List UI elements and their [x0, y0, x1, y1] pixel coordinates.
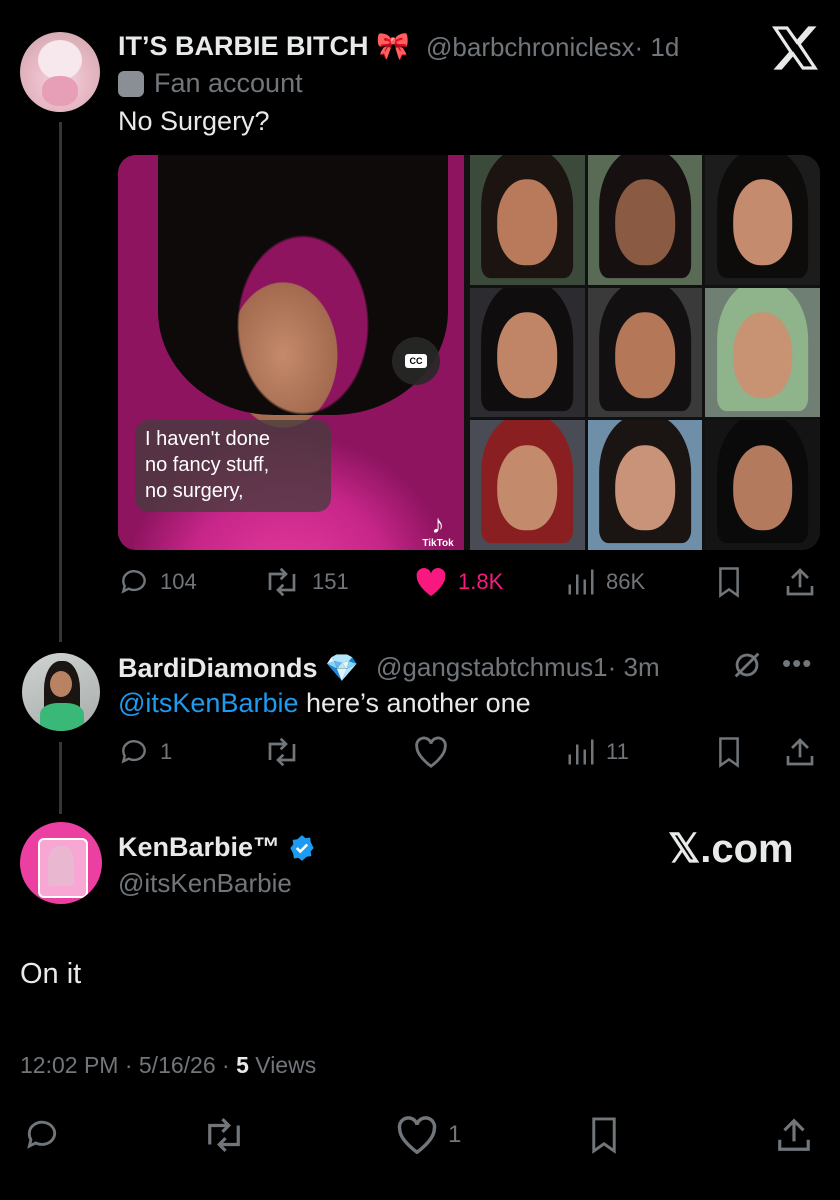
- bookmark-icon: [592, 1117, 616, 1154]
- author-name[interactable]: IT’S BARBIE BITCH 🎀: [118, 30, 410, 62]
- share-icon: [786, 568, 814, 596]
- repost-icon: [208, 1118, 240, 1152]
- tweet-text: @itsKenBarbie here’s another one: [118, 688, 531, 718]
- views-button[interactable]: 11: [566, 736, 629, 768]
- cc-icon: CC: [405, 354, 427, 368]
- reply-button[interactable]: 1: [118, 736, 172, 768]
- reply-icon: [121, 570, 146, 594]
- bookmark-button[interactable]: [714, 566, 744, 598]
- more-options-icon[interactable]: •••: [782, 648, 812, 679]
- verified-badge-icon: [290, 834, 314, 861]
- like-button[interactable]: 1.8K: [414, 566, 503, 598]
- reply-icon: [27, 1120, 57, 1149]
- reply-icon: [121, 740, 146, 764]
- reply-button[interactable]: [22, 1116, 62, 1154]
- avatar-gangstabtchmus1[interactable]: [22, 653, 100, 731]
- author-name[interactable]: BardiDiamonds 💎: [118, 652, 359, 684]
- repost-icon: [268, 737, 296, 767]
- bow-emoji-icon: 🎀: [376, 31, 410, 61]
- thread-line: [59, 122, 62, 642]
- tiktok-icon: ♪: [431, 509, 445, 539]
- theater-masks-icon: [118, 70, 144, 97]
- share-button[interactable]: [784, 736, 816, 768]
- collage-photo: [705, 420, 820, 550]
- author-name[interactable]: KenBarbie™: [118, 832, 316, 863]
- share-icon: [786, 738, 814, 766]
- video-thumbnail[interactable]: CC I haven't done no fancy stuff, no sur…: [118, 155, 464, 550]
- heart-filled-icon: [416, 567, 446, 597]
- tweet-media[interactable]: CC I haven't done no fancy stuff, no sur…: [118, 155, 820, 550]
- repost-button[interactable]: [200, 1116, 248, 1154]
- repost-button[interactable]: 151: [262, 566, 349, 598]
- x-logo-icon: [770, 26, 820, 75]
- collage-photo: [470, 287, 585, 418]
- bookmark-icon: [719, 567, 739, 598]
- like-button[interactable]: 1: [396, 1116, 461, 1154]
- tweet-text: No Surgery?: [118, 106, 270, 136]
- avatar-itskenbarbie[interactable]: [20, 822, 102, 904]
- heart-icon: [415, 736, 447, 768]
- collage-photo: [587, 155, 703, 285]
- author-handle[interactable]: @itsKenBarbie: [118, 868, 292, 899]
- repost-icon: [268, 567, 296, 597]
- share-button[interactable]: [784, 566, 816, 598]
- share-button[interactable]: [774, 1116, 814, 1154]
- share-icon: [778, 1118, 810, 1151]
- tiktok-watermark: ♪ TikTok: [418, 510, 458, 549]
- avatar-barbchroniclesx[interactable]: [20, 32, 100, 112]
- collage-photo: [705, 287, 820, 418]
- x-com-watermark: 𝕏.com: [668, 827, 794, 871]
- diamond-emoji-icon: 💎: [325, 653, 359, 683]
- collage-photo: [587, 287, 703, 418]
- like-button[interactable]: [414, 736, 448, 768]
- views-chart-icon: [568, 739, 594, 765]
- bookmark-button[interactable]: [714, 736, 744, 768]
- tweet-text: On it: [20, 958, 82, 990]
- collage-photo: [470, 420, 585, 550]
- bookmark-icon: [719, 737, 739, 768]
- collage-photo: [587, 420, 703, 550]
- views-button[interactable]: 86K: [566, 566, 645, 598]
- grok-icon[interactable]: [730, 648, 764, 687]
- author-handle-time[interactable]: @barbchroniclesx· 1d: [426, 32, 679, 63]
- thread-line: [59, 742, 62, 814]
- reply-button[interactable]: 104: [118, 566, 197, 598]
- bookmark-button[interactable]: [586, 1116, 622, 1154]
- video-caption: I haven't done no fancy stuff, no surger…: [135, 420, 331, 512]
- repost-button[interactable]: [262, 736, 302, 768]
- mention-link[interactable]: @itsKenBarbie: [118, 688, 299, 718]
- closed-captions-button[interactable]: CC: [392, 337, 440, 385]
- heart-icon: [397, 1116, 437, 1154]
- collage-photo: [705, 155, 820, 285]
- photo-collage[interactable]: [470, 155, 820, 550]
- tweet-timestamp[interactable]: 12:02 PM · 5/16/26 · 5 Views: [20, 1052, 316, 1079]
- author-handle-time[interactable]: @gangstabtchmus1· 3m: [376, 652, 660, 683]
- fan-account-label: Fan account: [118, 68, 303, 99]
- views-chart-icon: [568, 569, 594, 595]
- collage-photo: [470, 155, 585, 285]
